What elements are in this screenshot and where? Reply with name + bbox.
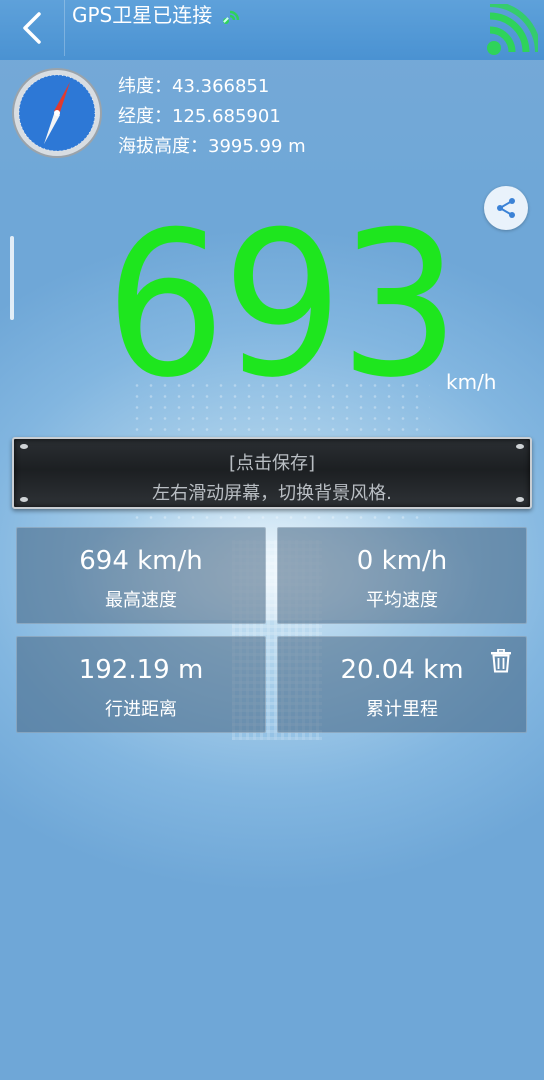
longitude-row: 经度：125.685901 bbox=[118, 102, 281, 128]
stat-card-avg-speed: 0 km/h 平均速度 bbox=[277, 527, 527, 624]
total-mileage-value: 20.04 km bbox=[340, 655, 464, 685]
avg-speed-value: 0 km/h bbox=[356, 546, 448, 576]
stat-card-total-mileage: 20.04 km 累计里程 bbox=[277, 636, 527, 733]
longitude-label: 经度： bbox=[118, 106, 172, 127]
altitude-label: 海拔高度： bbox=[118, 136, 208, 157]
stat-card-trip-distance: 192.19 m 行进距离 bbox=[16, 636, 266, 733]
latitude-label: 纬度： bbox=[118, 76, 172, 97]
back-button[interactable] bbox=[0, 0, 65, 56]
signal-icon bbox=[487, 4, 538, 55]
max-speed-label: 最高速度 bbox=[105, 590, 177, 611]
trash-icon[interactable] bbox=[490, 649, 512, 673]
save-plate[interactable]: [点击保存] 左右滑动屏幕，切换背景风格. bbox=[12, 437, 532, 509]
trip-distance-value: 192.19 m bbox=[78, 655, 204, 685]
longitude-value: 125.685901 bbox=[172, 106, 281, 127]
total-mileage-label: 累计里程 bbox=[366, 699, 438, 720]
swipe-handle[interactable] bbox=[10, 236, 14, 320]
rivet bbox=[516, 444, 524, 449]
stat-card-max-speed: 694 km/h 最高速度 bbox=[16, 527, 266, 624]
latitude-row: 纬度：43.366851 bbox=[118, 72, 269, 98]
rivet bbox=[20, 497, 28, 502]
gps-status-text: GPS卫星已连接 bbox=[72, 3, 213, 27]
satellite-icon bbox=[222, 10, 239, 24]
rivet bbox=[20, 444, 28, 449]
chevron-left-icon bbox=[23, 12, 41, 44]
save-label: [点击保存] bbox=[228, 453, 316, 474]
compass-icon bbox=[12, 68, 102, 158]
avg-speed-label: 平均速度 bbox=[366, 590, 438, 611]
header-bar: GPS卫星已连接 bbox=[0, 0, 544, 60]
altitude-row: 海拔高度：3995.99 m bbox=[118, 132, 306, 158]
speed-unit: km/h bbox=[446, 370, 497, 394]
trip-distance-label: 行进距离 bbox=[105, 699, 177, 720]
speed-value: 693 bbox=[105, 189, 460, 422]
rivet bbox=[516, 497, 524, 502]
latitude-value: 43.366851 bbox=[172, 76, 270, 97]
share-icon bbox=[497, 198, 515, 218]
altitude-value: 3995.99 m bbox=[208, 136, 306, 157]
page-title: GPS卫星已连接 bbox=[72, 2, 241, 28]
background-hint: 左右滑动屏幕，切换背景风格. bbox=[152, 483, 392, 504]
share-button[interactable] bbox=[484, 186, 528, 230]
max-speed-value: 694 km/h bbox=[79, 546, 203, 576]
